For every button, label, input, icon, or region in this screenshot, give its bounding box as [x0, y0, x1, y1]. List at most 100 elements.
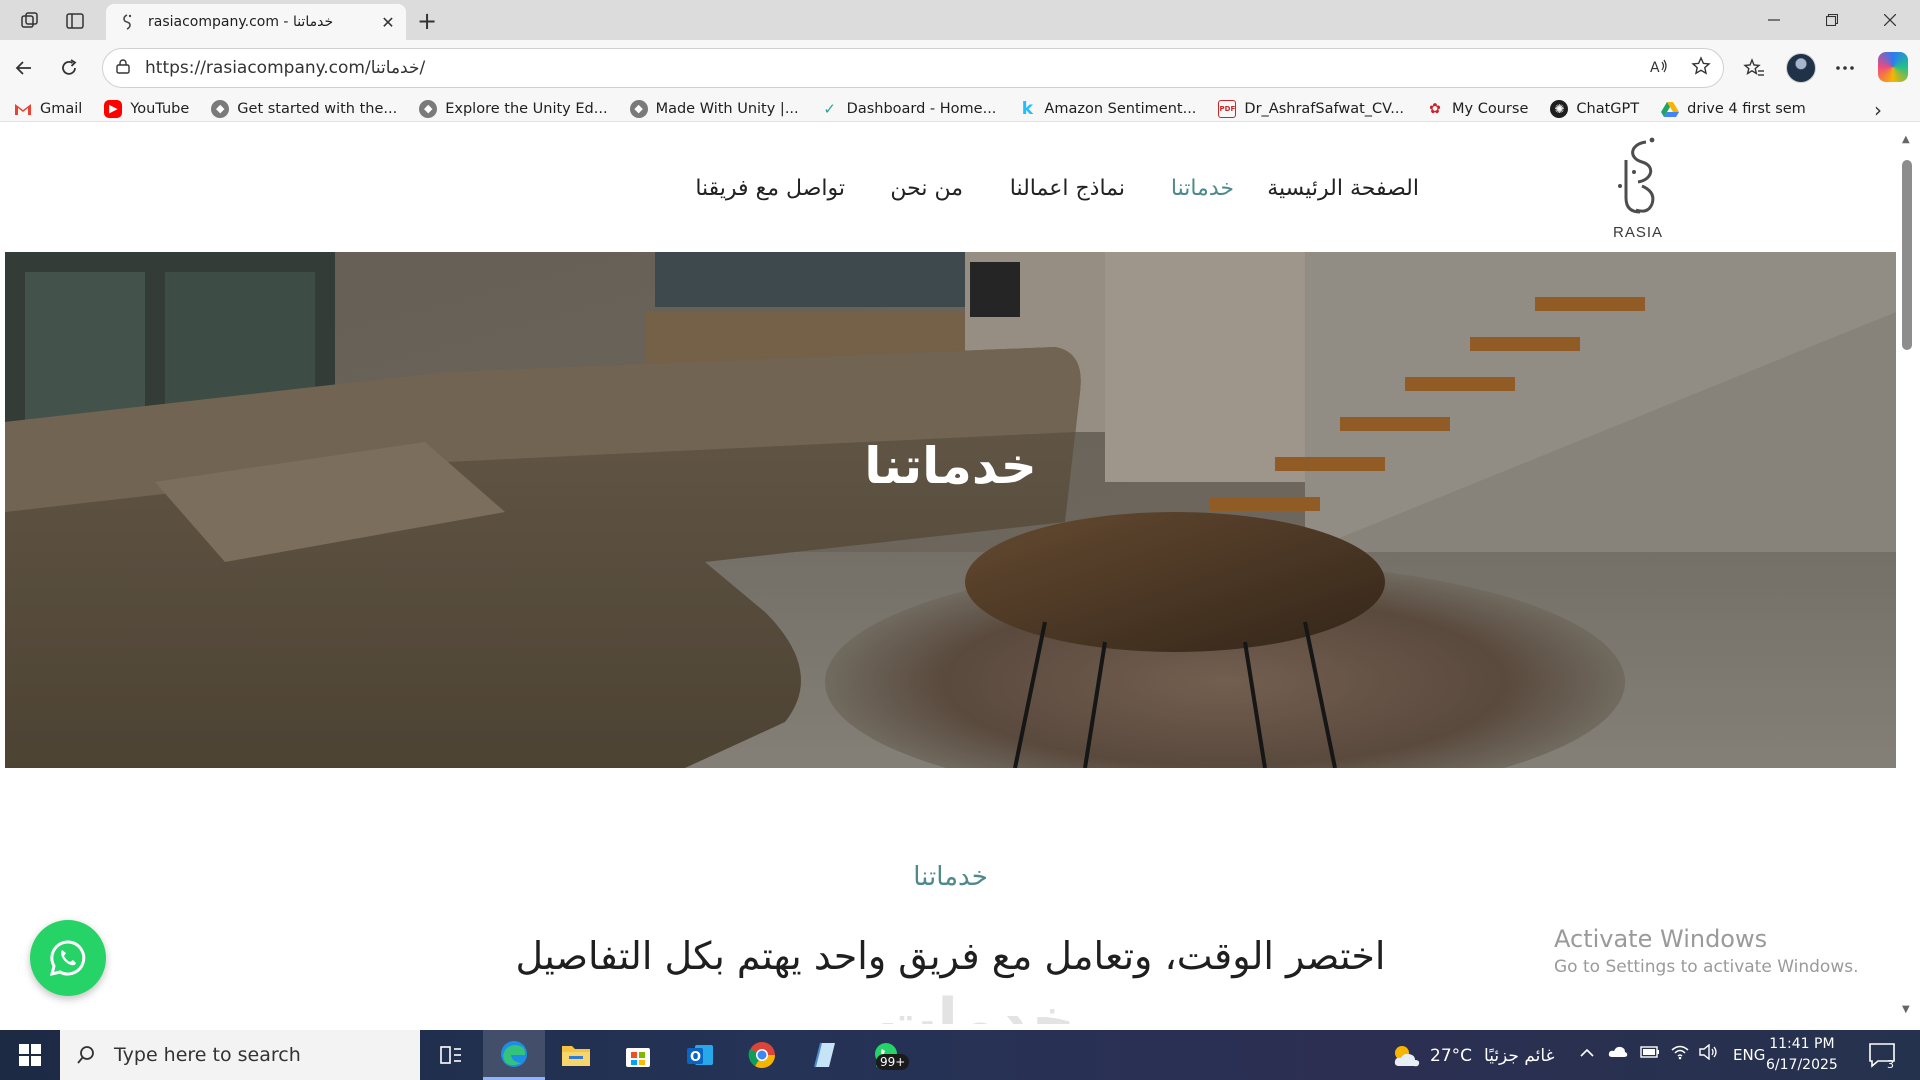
weather-description: غائم جزئيًا — [1484, 1046, 1555, 1066]
back-arrow-icon[interactable] — [8, 52, 40, 84]
bookmark-label: Dashboard - Home... — [846, 100, 997, 117]
search-icon — [77, 1046, 94, 1064]
bookmark-made-with-unity[interactable]: ◆ Made With Unity |... — [629, 99, 799, 118]
url-text[interactable]: https://rasiacompany.com/خدماتنا/ — [145, 58, 1649, 78]
nav-home[interactable]: الصفحة الرئيسية — [1267, 176, 1419, 201]
youtube-icon: ▶ — [104, 99, 123, 118]
minimize-button[interactable] — [1745, 0, 1803, 40]
bookmark-drive[interactable]: drive 4 first sem — [1661, 100, 1806, 118]
microsoft-store-icon[interactable] — [607, 1030, 669, 1080]
activate-windows-hint: Go to Settings to activate Windows. — [1554, 957, 1859, 977]
vertical-tabs-icon[interactable] — [60, 6, 90, 36]
bookmark-unity-explore[interactable]: ◆ Explore the Unity Ed... — [419, 99, 608, 118]
unity-icon: ◆ — [211, 99, 230, 118]
start-button[interactable] — [0, 1030, 60, 1080]
taskbar-search-box[interactable]: Type here to search — [60, 1030, 420, 1080]
bookmarks-bar: Gmail ▶ YouTube ◆ Get started with the..… — [0, 96, 1920, 122]
close-window-button[interactable] — [1861, 0, 1919, 40]
workspaces-icon[interactable] — [15, 6, 45, 36]
whatsapp-icon — [49, 940, 86, 977]
chatgpt-icon: ✺ — [1550, 99, 1569, 118]
nav-contact-team[interactable]: تواصل مع فريقنا — [695, 176, 845, 201]
section-subtitle: خدماتنا — [913, 862, 988, 892]
bookmark-youtube[interactable]: ▶ YouTube — [104, 99, 189, 118]
restore-button[interactable] — [1803, 0, 1861, 40]
dashboard-icon: ✓ — [823, 99, 836, 118]
show-hidden-icons-chevron-icon[interactable] — [1580, 1044, 1594, 1062]
address-bar[interactable]: https://rasiacompany.com/خدماتنا/ A — [102, 48, 1724, 88]
favorite-star-icon[interactable] — [1691, 56, 1711, 80]
bookmark-label: ChatGPT — [1576, 100, 1640, 117]
site-favicon-icon — [118, 13, 136, 31]
site-info-icon[interactable] — [115, 58, 131, 78]
unity-icon: ◆ — [629, 99, 648, 118]
unity-icon: ◆ — [419, 99, 438, 118]
scrollbar-thumb[interactable] — [1902, 160, 1912, 350]
logo-wordmark: RASIA — [1612, 224, 1663, 241]
nav-portfolio[interactable]: نماذج اعمالنا — [1010, 176, 1125, 201]
favorites-icon[interactable] — [1738, 52, 1770, 84]
weather-widget[interactable]: 27°C غائم جزئيًا — [1390, 1042, 1554, 1070]
volume-icon[interactable] — [1698, 1043, 1718, 1064]
scroll-up-arrow-icon[interactable]: ▲ — [1902, 134, 1910, 145]
bookmark-unity-get-started[interactable]: ◆ Get started with the... — [211, 99, 397, 118]
task-view-icon[interactable] — [420, 1030, 482, 1080]
activate-windows-title: Activate Windows — [1554, 925, 1768, 953]
whatsapp-chat-button[interactable] — [30, 920, 106, 996]
clock-date: 6/17/2025 — [1766, 1057, 1838, 1073]
copilot-icon[interactable] — [1878, 52, 1908, 82]
nav-about[interactable]: من نحن — [890, 176, 963, 201]
partly-cloudy-icon — [1394, 1046, 1420, 1067]
chrome-icon[interactable] — [731, 1030, 793, 1080]
scroll-down-arrow-icon[interactable]: ▼ — [1902, 1004, 1910, 1015]
page-scrollbar[interactable]: ▲ ▼ — [1896, 130, 1920, 1024]
system-clock[interactable]: 11:41 PM 6/17/2025 — [1766, 1034, 1838, 1076]
tab-close-icon[interactable]: ✕ — [378, 12, 398, 32]
read-aloud-icon[interactable]: A — [1649, 56, 1669, 80]
refresh-icon[interactable] — [53, 52, 85, 84]
edge-browser-icon[interactable] — [483, 1030, 545, 1080]
input-language-indicator[interactable]: ENG — [1733, 1046, 1765, 1064]
tab-title: rasiacompany.com - خدماتنا — [148, 14, 334, 30]
bookmark-chatgpt[interactable]: ✺ ChatGPT — [1550, 99, 1640, 118]
huawei-icon: ✿ — [1429, 100, 1441, 117]
nav-services[interactable]: خدماتنا — [1171, 176, 1234, 201]
browser-tab-strip: rasiacompany.com - خدماتنا ✕ + — [0, 0, 1920, 40]
new-tab-button[interactable]: + — [412, 6, 442, 36]
outlook-icon[interactable]: O — [669, 1030, 731, 1080]
notification-count: 3 — [1887, 1058, 1894, 1071]
svg-text:O: O — [690, 1050, 701, 1065]
clock-time: 11:41 PM — [1769, 1036, 1835, 1052]
windows-logo-icon — [19, 1044, 41, 1066]
bookmark-label: Gmail — [40, 100, 83, 117]
bookmark-amazon-sentiment[interactable]: k Amazon Sentiment... — [1018, 98, 1197, 119]
whatsapp-unread-badge: 99+ — [876, 1054, 910, 1070]
bookmark-label: My Course — [1452, 100, 1529, 117]
more-menu-icon[interactable] — [1829, 52, 1861, 84]
bookmark-label: Amazon Sentiment... — [1044, 100, 1197, 117]
bookmark-cv-pdf[interactable]: PDF Dr_AshrafSafwat_CV... — [1218, 99, 1404, 118]
bookmark-gmail[interactable]: Gmail — [14, 100, 82, 118]
battery-icon[interactable] — [1640, 1044, 1660, 1062]
file-explorer-icon[interactable] — [545, 1030, 607, 1080]
active-tab[interactable]: rasiacompany.com - خدماتنا ✕ — [106, 4, 406, 40]
kaggle-icon: k — [1021, 98, 1034, 119]
google-drive-icon — [1661, 100, 1680, 118]
wifi-icon[interactable] — [1670, 1044, 1690, 1064]
browser-toolbar: https://rasiacompany.com/خدماتنا/ A — [0, 40, 1920, 96]
profile-avatar[interactable] — [1786, 53, 1816, 83]
activate-windows-watermark: Activate Windows Go to Settings to activ… — [1554, 925, 1859, 977]
decorative-background-text: خدمات — [877, 986, 1075, 1024]
site-header: RASIA الصفحة الرئيسية خدماتنا نماذج اعما… — [5, 130, 1896, 252]
svg-text:A: A — [1650, 60, 1660, 76]
rasia-logo[interactable]: RASIA — [1608, 136, 1668, 246]
bookmarks-overflow-chevron-icon[interactable]: › — [1874, 98, 1882, 122]
bookmark-label: drive 4 first sem — [1687, 100, 1806, 117]
bookmark-my-course[interactable]: ✿ My Course — [1426, 100, 1528, 118]
onedrive-icon[interactable] — [1608, 1044, 1628, 1062]
bookmark-dashboard[interactable]: ✓ Dashboard - Home... — [821, 99, 997, 118]
weather-temperature: 27°C — [1430, 1046, 1473, 1066]
windows-taskbar: Type here to search O 99+ 27°C غائم جزئي… — [0, 1030, 1920, 1080]
search-placeholder: Type here to search — [114, 1044, 301, 1066]
notes-app-icon[interactable] — [793, 1030, 855, 1080]
